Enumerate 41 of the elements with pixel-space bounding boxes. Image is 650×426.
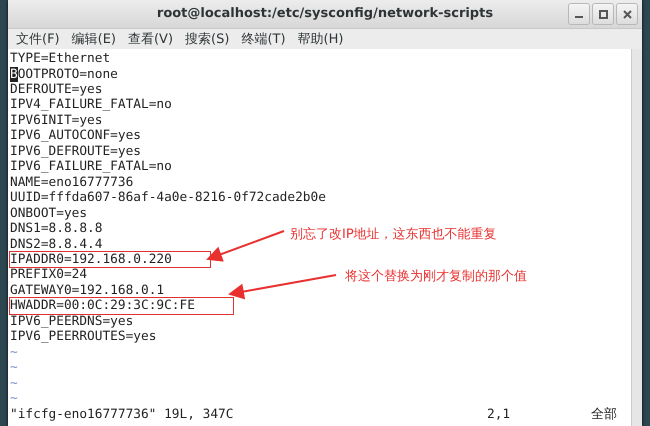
maximize-button[interactable]: [592, 3, 614, 25]
highlighted-config-line: IPADDR0=192.168.0.220: [10, 252, 210, 268]
annotation-note: 将这个替换为刚才复制的那个值: [345, 268, 527, 286]
config-line: GATEWAY0=192.168.0.1: [10, 282, 164, 298]
config-line: DNS2=8.8.4.4: [10, 236, 102, 252]
config-line: IPV4_FAILURE_FATAL=no: [10, 97, 172, 113]
config-line: IPV6INIT=yes: [10, 112, 102, 128]
empty-line-marker: ~: [10, 391, 19, 407]
highlighted-config-line: HWADDR=00:0C:29:3C:9C:FE: [10, 298, 233, 314]
annotation-note: 别忘了改IP地址，这东西也不能重复: [290, 226, 497, 244]
maximize-icon: [598, 10, 608, 18]
config-line: UUID=fffda607-86af-4a0e-8216-0f72cade2b0e: [10, 190, 326, 206]
menu-item[interactable]: 搜索(S): [185, 30, 230, 48]
config-line: BOOTPROTO=none: [10, 66, 118, 82]
empty-line-marker: ~: [10, 376, 19, 392]
config-line: IPV6_AUTOCONF=yes: [10, 128, 141, 144]
config-line: DNS1=8.8.8.8: [10, 221, 102, 237]
config-line: IPV6_DEFROUTE=yes: [10, 144, 141, 160]
menu-item[interactable]: 帮助(H): [298, 30, 344, 48]
menu-item[interactable]: 编辑(E): [72, 30, 116, 48]
scrollbar[interactable]: [631, 49, 642, 426]
minimize-button[interactable]: [568, 3, 590, 25]
config-line: IPV6_PEERDNS=yes: [10, 314, 134, 330]
menu-item[interactable]: 文件(F): [16, 30, 60, 48]
empty-line-marker: ~: [10, 360, 19, 376]
config-line: IPV6_PEERROUTES=yes: [10, 329, 156, 345]
scroll-indicator: 全部: [591, 406, 618, 422]
config-line: TYPE=Ethernet: [10, 51, 110, 67]
cursor-position: 2,1: [487, 406, 512, 422]
close-icon: [622, 10, 632, 18]
empty-line-marker: ~: [10, 344, 19, 360]
config-line: IPV6_FAILURE_FATAL=no: [10, 159, 172, 175]
config-line: PREFIX0=24: [10, 267, 88, 283]
config-line: DEFROUTE=yes: [10, 82, 102, 98]
close-button[interactable]: [616, 3, 638, 25]
config-line: NAME=eno16777736: [10, 174, 134, 190]
config-line: ONBOOT=yes: [10, 206, 88, 222]
window-title: root@localhost:/etc/sysconfig/network-scripts: [156, 6, 494, 22]
menu-item[interactable]: 查看(V): [128, 30, 174, 48]
file-info: "ifcfg-eno16777736" 19L, 347C: [10, 406, 234, 422]
menu-item[interactable]: 终端(T): [241, 30, 286, 48]
